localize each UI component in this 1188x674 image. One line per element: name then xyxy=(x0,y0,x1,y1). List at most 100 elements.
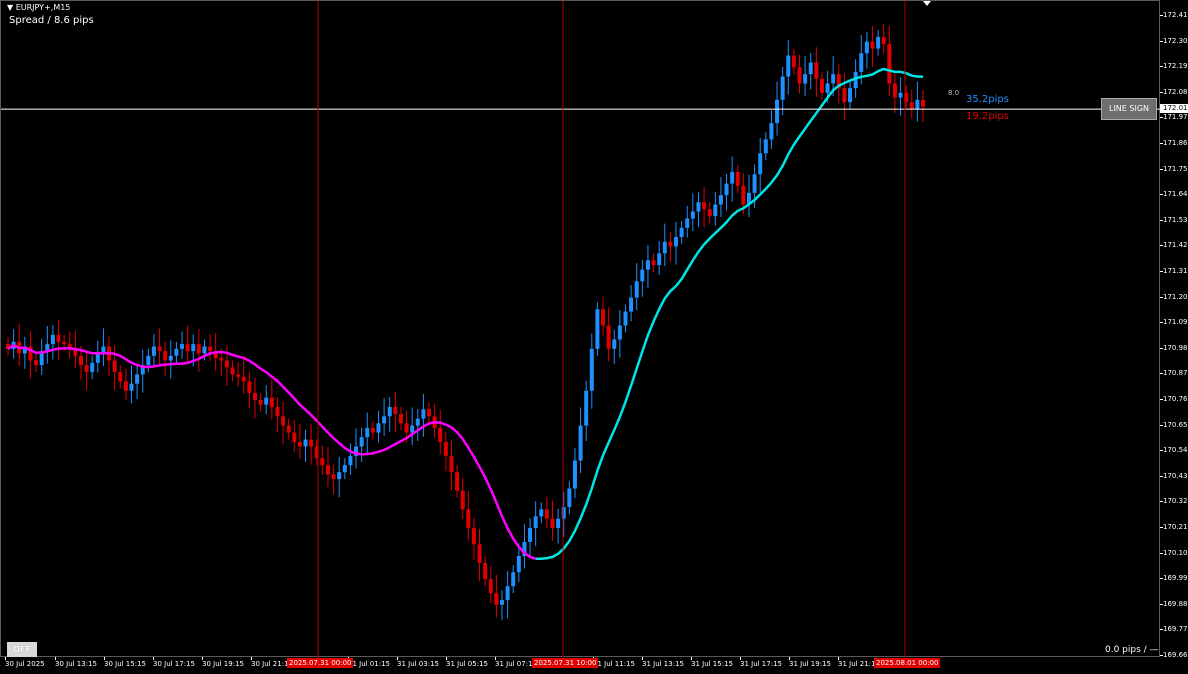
candle-bearish[interactable] xyxy=(236,374,241,377)
candle-bullish[interactable] xyxy=(662,241,667,254)
candle-bullish[interactable] xyxy=(769,123,774,140)
candle-bearish[interactable] xyxy=(887,43,892,84)
candle-bullish[interactable] xyxy=(578,425,583,461)
candle-bearish[interactable] xyxy=(707,209,712,217)
candle-bearish[interactable] xyxy=(466,509,471,528)
candle-bearish[interactable] xyxy=(651,260,656,266)
candle-bullish[interactable] xyxy=(174,348,179,356)
candle-bullish[interactable] xyxy=(202,346,207,354)
candle-bearish[interactable] xyxy=(483,562,488,580)
candle-bearish[interactable] xyxy=(269,397,274,407)
candle-bearish[interactable] xyxy=(404,423,409,433)
candle-bearish[interactable] xyxy=(881,36,886,44)
candle-bullish[interactable] xyxy=(763,139,768,154)
candle-bullish[interactable] xyxy=(151,346,156,356)
candle-bullish[interactable] xyxy=(533,516,538,528)
candle-bearish[interactable] xyxy=(870,41,875,49)
candle-bullish[interactable] xyxy=(674,237,679,247)
candle-bearish[interactable] xyxy=(449,455,454,473)
candle-bullish[interactable] xyxy=(387,406,392,417)
candle-bullish[interactable] xyxy=(135,374,140,384)
candle-bearish[interactable] xyxy=(241,376,246,382)
candle-bearish[interactable] xyxy=(819,78,824,93)
candle-bearish[interactable] xyxy=(208,346,213,352)
chart-area[interactable]: ▼ EURJPY+,M15 Spread / 8.6 pips 8.0 35.2… xyxy=(0,0,1161,658)
chart-shift-marker-icon[interactable] xyxy=(923,1,931,6)
line-sign-button[interactable]: LINE SIGN xyxy=(1101,98,1157,120)
candle-bullish[interactable] xyxy=(359,437,364,447)
candle-bullish[interactable] xyxy=(848,88,853,103)
candle-bullish[interactable] xyxy=(825,83,830,93)
candle-bullish[interactable] xyxy=(589,348,594,391)
off-button[interactable]: OFF xyxy=(7,642,37,657)
candle-bearish[interactable] xyxy=(219,358,224,361)
candle-bearish[interactable] xyxy=(34,360,39,366)
candle-bullish[interactable] xyxy=(752,174,757,193)
candle-bullish[interactable] xyxy=(90,362,95,373)
candle-bearish[interactable] xyxy=(297,441,302,447)
candle-bullish[interactable] xyxy=(645,260,650,270)
candle-bearish[interactable] xyxy=(735,171,740,186)
candle-bearish[interactable] xyxy=(741,185,746,205)
candle-bullish[interactable] xyxy=(617,325,622,340)
candle-bearish[interactable] xyxy=(892,83,897,98)
candle-bullish[interactable] xyxy=(808,62,813,75)
candle-bullish[interactable] xyxy=(264,397,269,405)
candle-bullish[interactable] xyxy=(786,55,791,77)
time-axis[interactable]: 30 Jul 2025 30 Jul 13:15 30 Jul 15:15 30 Ju… xyxy=(0,657,1188,674)
candle-bullish[interactable] xyxy=(511,572,516,587)
candle-bearish[interactable] xyxy=(118,372,123,382)
candle-bullish[interactable] xyxy=(780,76,785,100)
candle-bearish[interactable] xyxy=(438,427,443,442)
candle-bearish[interactable] xyxy=(494,593,499,605)
candle-bullish[interactable] xyxy=(640,269,645,282)
candle-bearish[interactable] xyxy=(309,439,314,447)
candle-bullish[interactable] xyxy=(634,281,639,298)
candle-bearish[interactable] xyxy=(325,465,330,475)
candle-bullish[interactable] xyxy=(337,472,342,480)
candle-bearish[interactable] xyxy=(370,427,375,433)
candle-bearish[interactable] xyxy=(443,441,448,456)
candle-bullish[interactable] xyxy=(718,195,723,205)
candle-bearish[interactable] xyxy=(163,351,168,361)
candle-bullish[interactable] xyxy=(191,344,196,352)
candle-bearish[interactable] xyxy=(157,346,162,352)
candle-bullish[interactable] xyxy=(342,465,347,473)
price-axis[interactable]: 172.41 172.30 172.19 172.08 171.97 171.86 171.… xyxy=(1160,0,1188,659)
candle-bullish[interactable] xyxy=(584,390,589,426)
candle-bullish[interactable] xyxy=(505,586,510,601)
candle-bearish[interactable] xyxy=(275,406,280,417)
candle-bullish[interactable] xyxy=(410,425,415,433)
candle-bearish[interactable] xyxy=(252,393,257,400)
candle-bullish[interactable] xyxy=(758,153,763,175)
candle-bullish[interactable] xyxy=(348,455,353,466)
candle-bearish[interactable] xyxy=(606,325,611,349)
candle-bearish[interactable] xyxy=(78,355,83,366)
candle-bullish[interactable] xyxy=(730,171,735,184)
candle-bearish[interactable] xyxy=(230,367,235,375)
candle-bullish[interactable] xyxy=(595,309,600,349)
candle-bearish[interactable] xyxy=(185,344,190,352)
candle-bullish[interactable] xyxy=(421,409,426,419)
candle-bullish[interactable] xyxy=(528,528,533,542)
candle-bearish[interactable] xyxy=(455,472,460,491)
candle-bullish[interactable] xyxy=(168,355,173,361)
candle-bearish[interactable] xyxy=(56,334,61,342)
candle-bullish[interactable] xyxy=(876,36,881,49)
candle-bearish[interactable] xyxy=(281,416,286,426)
candle-bearish[interactable] xyxy=(62,341,67,345)
candle-bullish[interactable] xyxy=(382,416,387,424)
candle-bearish[interactable] xyxy=(224,360,229,368)
candle-bullish[interactable] xyxy=(685,218,690,228)
candle-bullish[interactable] xyxy=(567,488,572,508)
candle-bullish[interactable] xyxy=(629,297,634,312)
candle-bullish[interactable] xyxy=(623,311,628,326)
candle-bullish[interactable] xyxy=(612,339,617,349)
candle-bullish[interactable] xyxy=(713,204,718,217)
candle-bullish[interactable] xyxy=(365,427,370,438)
candle-bullish[interactable] xyxy=(864,41,869,54)
candle-bearish[interactable] xyxy=(196,344,201,354)
candle-bullish[interactable] xyxy=(561,507,566,519)
candle-bearish[interactable] xyxy=(292,432,297,442)
candle-bearish[interactable] xyxy=(427,409,432,417)
